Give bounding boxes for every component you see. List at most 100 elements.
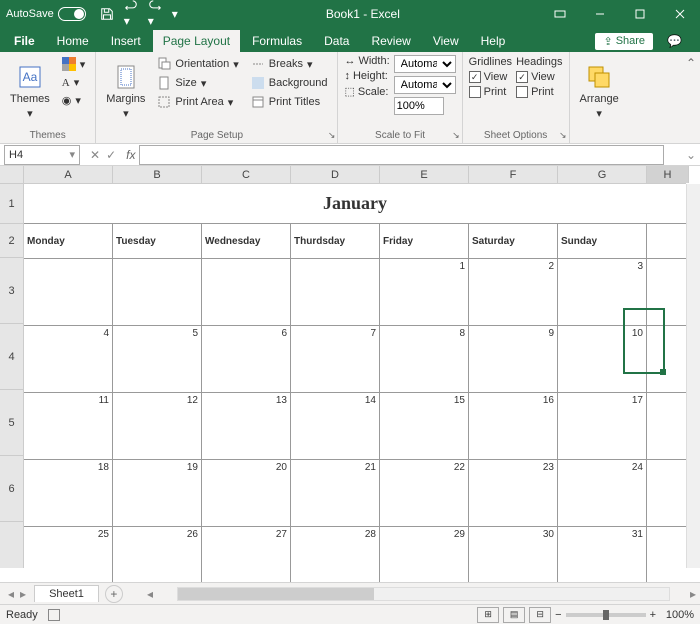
size-button[interactable]: Size ▾ [153,74,242,92]
colors-button[interactable]: ▾ [58,55,90,73]
calendar-cell[interactable]: 13 [202,393,291,459]
tab-home[interactable]: Home [47,30,99,52]
weekday-header[interactable]: Wednesday [202,224,291,258]
calendar-cell[interactable]: 3 [558,259,647,325]
redo-icon[interactable]: ▾ [148,0,162,28]
row-header[interactable]: 2 [0,224,23,258]
expand-formula-icon[interactable]: ⌄ [682,148,700,162]
collapse-ribbon-icon[interactable]: ⌃ [682,52,700,143]
new-sheet-button[interactable]: + [105,585,123,603]
tab-review[interactable]: Review [361,30,420,52]
calendar-cell[interactable]: 1 [380,259,469,325]
sheet-options-launcher-icon[interactable]: ↘ [559,130,567,141]
calendar-cell[interactable]: 11 [24,393,113,459]
tab-data[interactable]: Data [314,30,359,52]
tab-view[interactable]: View [423,30,469,52]
hscroll-right-icon[interactable]: ▸ [686,587,700,601]
calendar-cell[interactable]: 24 [558,460,647,526]
row-header[interactable]: 4 [0,324,23,390]
hscroll-left-icon[interactable]: ◂ [143,587,157,601]
calendar-cell[interactable]: 25 [24,527,113,582]
background-button[interactable]: Background [247,74,332,92]
minimize-icon[interactable] [580,0,620,28]
calendar-cell[interactable]: 22 [380,460,469,526]
tab-file[interactable]: File [4,30,45,52]
select-all-corner[interactable] [0,166,24,184]
tab-insert[interactable]: Insert [101,30,151,52]
calendar-cell[interactable] [113,259,202,325]
zoom-in-button[interactable]: + [650,609,656,621]
sheet-prev-icon[interactable]: ◂ [8,587,14,601]
height-select[interactable]: Automatic [394,76,456,94]
scale-input[interactable] [394,97,444,115]
undo-icon[interactable]: ▾ [124,0,138,28]
headings-view-checkbox[interactable]: View [516,70,562,84]
calendar-cell[interactable]: 20 [202,460,291,526]
margins-button[interactable]: Margins ▾ [102,55,149,128]
calendar-cell[interactable]: 18 [24,460,113,526]
row-header[interactable]: 6 [0,456,23,522]
close-icon[interactable] [660,0,700,28]
calendar-cell[interactable]: 2 [469,259,558,325]
enter-formula-icon[interactable]: ✓ [106,148,116,162]
worksheet-grid[interactable]: ABCDEFGH 123456 JanuaryMondayTuesdayWedn… [0,166,700,582]
calendar-cell[interactable]: 9 [469,326,558,392]
weekday-header[interactable]: Monday [24,224,113,258]
calendar-cell[interactable]: 10 [558,326,647,392]
calendar-cell[interactable]: 30 [469,527,558,582]
print-titles-button[interactable]: Print Titles [247,93,332,111]
column-header[interactable]: D [291,166,380,183]
sheet-tab-sheet1[interactable]: Sheet1 [34,585,99,602]
vertical-scrollbar[interactable] [686,184,700,568]
gridlines-print-checkbox[interactable]: Print [469,85,512,99]
save-icon[interactable] [100,7,114,21]
breaks-button[interactable]: Breaks ▾ [247,55,332,73]
row-header[interactable]: 3 [0,258,23,324]
gridlines-view-checkbox[interactable]: View [469,70,512,84]
column-header[interactable]: A [24,166,113,183]
calendar-cell[interactable]: 23 [469,460,558,526]
zoom-level[interactable]: 100% [660,609,694,621]
zoom-slider[interactable] [566,613,646,617]
calendar-cell[interactable]: 12 [113,393,202,459]
share-button[interactable]: ⇪ Share [595,33,653,50]
arrange-button[interactable]: Arrange ▾ [576,55,623,128]
print-area-button[interactable]: Print Area ▾ [153,93,242,111]
column-header[interactable]: G [558,166,647,183]
sheet-next-icon[interactable]: ▸ [20,587,26,601]
width-select[interactable]: Automatic [394,55,456,73]
calendar-cell[interactable] [202,259,291,325]
macro-record-icon[interactable] [48,609,60,621]
normal-view-button[interactable]: ⊞ [477,607,499,623]
themes-button[interactable]: Aa Themes ▾ [6,55,54,128]
cells-area[interactable]: JanuaryMondayTuesdayWednesdayThurdsdayFr… [24,184,686,568]
qat-customize-icon[interactable]: ▾ [172,7,178,21]
scale-launcher-icon[interactable]: ↘ [452,130,460,141]
formula-input[interactable] [139,145,663,165]
comments-icon[interactable]: 💬 [657,30,692,52]
weekday-header[interactable]: Thurdsday [291,224,380,258]
calendar-cell[interactable]: 5 [113,326,202,392]
page-break-view-button[interactable]: ⊟ [529,607,551,623]
calendar-cell[interactable]: 29 [380,527,469,582]
calendar-cell[interactable]: 27 [202,527,291,582]
calendar-cell[interactable]: 19 [113,460,202,526]
tab-page-layout[interactable]: Page Layout [153,30,240,52]
page-layout-view-button[interactable]: ▤ [503,607,525,623]
calendar-cell[interactable]: 31 [558,527,647,582]
page-setup-launcher-icon[interactable]: ↘ [328,130,336,141]
weekday-header[interactable]: Saturday [469,224,558,258]
column-header[interactable]: F [469,166,558,183]
tab-help[interactable]: Help [471,30,516,52]
weekday-header[interactable]: Tuesday [113,224,202,258]
headings-print-checkbox[interactable]: Print [516,85,562,99]
column-header[interactable]: E [380,166,469,183]
horizontal-scrollbar[interactable] [177,587,670,601]
zoom-out-button[interactable]: − [555,609,561,621]
maximize-icon[interactable] [620,0,660,28]
calendar-cell[interactable] [291,259,380,325]
autosave-switch-icon[interactable] [58,7,86,21]
calendar-cell[interactable]: 21 [291,460,380,526]
orientation-button[interactable]: Orientation ▾ [153,55,242,73]
weekday-header[interactable]: Friday [380,224,469,258]
